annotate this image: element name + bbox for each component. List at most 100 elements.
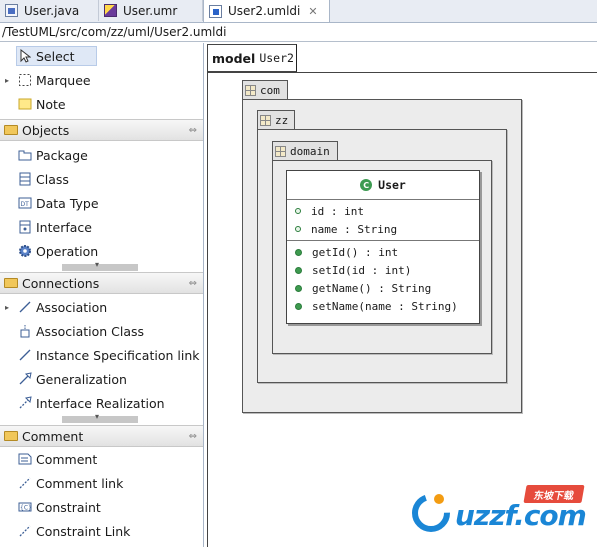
- operation-icon: [295, 284, 302, 292]
- drawer-scroll-down[interactable]: [62, 412, 138, 423]
- palette-constraint-link-tool[interactable]: Constraint Link: [0, 519, 203, 543]
- umldi-file-icon: [209, 4, 222, 18]
- comment-link-icon: [18, 476, 32, 490]
- tab-user-java[interactable]: User.java: [0, 0, 99, 21]
- tab-label: User.java: [24, 3, 80, 18]
- class-user[interactable]: C User id : int name : String getId() : …: [286, 170, 480, 324]
- model-name: User2: [259, 51, 294, 65]
- interface-realization-icon: [18, 396, 32, 410]
- operation[interactable]: setId(id : int): [287, 261, 479, 279]
- comment-icon: [18, 452, 32, 466]
- constraint-link-icon: [18, 524, 32, 538]
- tool-label: Interface Realization: [36, 395, 165, 411]
- tool-palette: Select ▸ Marquee Note Objects ⇔ Package …: [0, 43, 204, 547]
- folder-open-icon: [4, 431, 18, 441]
- palette-constraint-tool[interactable]: {C} Constraint: [0, 495, 203, 519]
- package-name: com: [260, 83, 280, 97]
- tab-user-umr[interactable]: User.umr: [99, 0, 203, 21]
- watermark-logo: 东坡下载 uzzf.com: [409, 485, 589, 543]
- class-header[interactable]: C User: [287, 171, 479, 200]
- palette-package-tool[interactable]: Package: [0, 143, 203, 167]
- operation[interactable]: getId() : int: [287, 243, 479, 261]
- palette-marquee-tool[interactable]: ▸ Marquee: [0, 68, 203, 92]
- drawer-label: Objects: [22, 122, 70, 138]
- palette-note-tool[interactable]: Note: [0, 92, 203, 116]
- tab-user2-umldi[interactable]: User2.umldi ✕: [203, 0, 330, 22]
- tool-label: Class: [36, 171, 69, 187]
- select-arrow-icon: [18, 49, 32, 63]
- expand-arrow-icon[interactable]: ▸: [5, 76, 11, 85]
- operation-text: getName() : String: [312, 281, 432, 295]
- expand-arrow-icon[interactable]: ▸: [5, 303, 11, 312]
- package-tab[interactable]: zz: [257, 110, 295, 129]
- pin-icon[interactable]: ⇔: [189, 125, 197, 136]
- palette-operation-tool[interactable]: Operation: [0, 239, 203, 263]
- palette-association-class-tool[interactable]: Association Class: [0, 319, 203, 343]
- model-keyword: model: [212, 50, 256, 66]
- drawer-scroll-down[interactable]: [62, 260, 138, 271]
- package-icon: [260, 114, 271, 126]
- diagram-canvas[interactable]: model User2 com zz domain C User id: in…: [204, 43, 597, 547]
- palette-datatype-tool[interactable]: DT Data Type: [0, 191, 203, 215]
- interface-icon: [18, 220, 32, 234]
- operation-gear-icon: [18, 244, 32, 258]
- class-c-icon: C: [360, 179, 373, 191]
- palette-comment-tool[interactable]: Comment: [0, 447, 203, 471]
- operation[interactable]: setName(name : String): [287, 297, 479, 315]
- palette-generalization-tool[interactable]: Generalization: [0, 367, 203, 391]
- editor-tab-bar: User.java User.umr User2.umldi ✕: [0, 0, 597, 23]
- package-name: domain: [290, 144, 330, 158]
- operations-compartment: getId() : int setId(id : int) getName() …: [287, 241, 479, 317]
- tool-label: Constraint: [36, 499, 101, 515]
- marquee-icon: [18, 73, 32, 87]
- drawer-objects[interactable]: Objects ⇔: [0, 119, 203, 141]
- tool-label: Operation: [36, 243, 99, 259]
- svg-text:DT: DT: [21, 201, 30, 208]
- palette-instance-link-tool[interactable]: Instance Specification link: [0, 343, 203, 367]
- file-path-bar: /TestUML/src/com/zz/uml/User2.umldi: [0, 23, 597, 42]
- pin-icon[interactable]: ⇔: [189, 431, 197, 442]
- tool-label: Comment: [36, 451, 98, 467]
- palette-select-tool[interactable]: Select: [0, 44, 203, 68]
- palette-comment-link-tool[interactable]: Comment link: [0, 471, 203, 495]
- package-tab[interactable]: domain: [272, 141, 338, 160]
- tab-label: User.umr: [123, 3, 178, 18]
- constraint-icon: {C}: [18, 500, 32, 514]
- tool-label: Interface: [36, 219, 92, 235]
- package-icon: [245, 84, 256, 96]
- umr-file-icon: [104, 4, 117, 17]
- drawer-label: Connections: [22, 275, 100, 291]
- drawer-comment[interactable]: Comment ⇔: [0, 425, 203, 447]
- close-icon[interactable]: ✕: [308, 5, 317, 18]
- model-header[interactable]: model User2: [207, 44, 297, 72]
- operation-icon: [295, 248, 302, 256]
- package-tab[interactable]: com: [242, 80, 288, 99]
- operation[interactable]: getName() : String: [287, 279, 479, 297]
- pin-icon[interactable]: ⇔: [189, 278, 197, 289]
- tab-label: User2.umldi: [228, 4, 301, 18]
- operation-text: getId() : int: [312, 245, 399, 259]
- watermark-swirl-icon: [412, 494, 450, 532]
- association-class-icon: [18, 324, 32, 338]
- palette-association-tool[interactable]: ▸ Association: [0, 295, 203, 319]
- package-icon: [275, 145, 286, 157]
- attribute[interactable]: name : String: [287, 220, 479, 238]
- palette-interface-realization-tool[interactable]: Interface Realization: [0, 391, 203, 415]
- attribute[interactable]: id : int: [287, 202, 479, 220]
- operation-icon: [295, 302, 302, 310]
- palette-interface-tool[interactable]: Interface: [0, 215, 203, 239]
- drawer-connections[interactable]: Connections ⇔: [0, 272, 203, 294]
- tool-label: Package: [36, 147, 88, 163]
- class-name: User: [378, 178, 406, 192]
- palette-class-tool[interactable]: Class: [0, 167, 203, 191]
- attribute-text: id : int: [311, 204, 364, 218]
- tool-label: Note: [36, 96, 66, 112]
- tool-label: Instance Specification link: [36, 347, 200, 363]
- tool-label: Association Class: [36, 323, 145, 339]
- tool-label: Marquee: [36, 72, 91, 88]
- generalization-icon: [18, 372, 32, 386]
- svg-text:{C}: {C}: [20, 505, 32, 512]
- instance-link-icon: [18, 348, 32, 362]
- java-file-icon: [5, 4, 18, 17]
- tool-label: Select: [36, 48, 75, 64]
